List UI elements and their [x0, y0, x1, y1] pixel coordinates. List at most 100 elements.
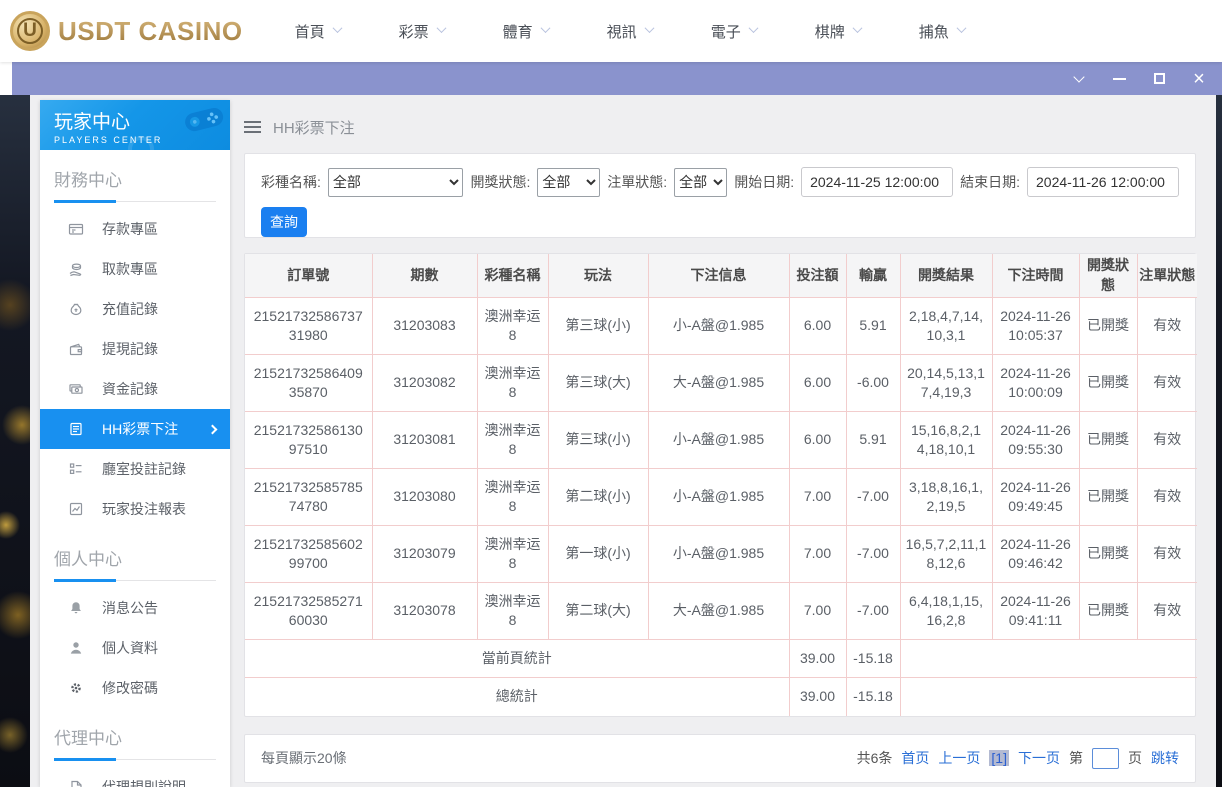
next-page-link[interactable]: 下一页 — [1018, 748, 1060, 768]
sidebar-item-funds-record[interactable]: 資金記錄 — [40, 369, 230, 409]
window-dropdown-icon[interactable] — [1070, 70, 1088, 88]
app-content: 玩家中心 PLAYERS CENTER 財務中心 — [30, 95, 1216, 787]
current-page-indicator: [1] — [989, 750, 1009, 766]
nav-item-slots[interactable]: 電子 — [711, 21, 757, 42]
breadcrumb: HH彩票下注 — [244, 113, 1196, 141]
query-button[interactable]: 查詢 — [261, 207, 307, 237]
nav-item-lottery[interactable]: 彩票 — [399, 21, 445, 42]
lottery-bet-icon — [68, 421, 84, 437]
nav-label: 首頁 — [295, 21, 325, 42]
table-row: 2152173258613097510 31203081 澳洲幸运8 第三球(小… — [245, 412, 1197, 469]
draw-status-select[interactable]: 全部 — [537, 168, 600, 197]
jump-prefix-label: 第 — [1069, 748, 1083, 768]
start-date-input[interactable] — [801, 167, 953, 197]
cell-bet-time: 2024-11-26 10:00:09 — [992, 355, 1079, 412]
order-status-label: 注單狀態: — [607, 172, 667, 192]
cell-amount: 6.00 — [789, 298, 846, 355]
window-close-icon[interactable]: × — [1190, 70, 1208, 88]
nav-label: 體育 — [503, 21, 533, 42]
filter-panel: 彩種名稱: 全部 開獎狀態: 全部 注單狀態: 全部 開始日期: 結束日期: — [244, 153, 1196, 238]
lottery-name-label: 彩種名稱: — [261, 172, 321, 192]
cell-lottery: 澳洲幸运8 — [477, 469, 548, 526]
sidebar-item-hh-lottery-bets[interactable]: HH彩票下注 — [40, 409, 230, 449]
cell-bet-info: 小-A盤@1.985 — [648, 298, 789, 355]
page-summary-win-loss: -15.18 — [846, 640, 900, 678]
sidebar-item-label: 取款專區 — [102, 259, 158, 279]
end-date-label: 結束日期: — [960, 172, 1020, 192]
withdraw-icon — [68, 261, 84, 277]
sidebar-item-agent-rules[interactable]: 代理規則說明 — [40, 767, 230, 787]
brand-logo[interactable]: U USDT CASINO — [10, 11, 243, 51]
sidebar-item-change-password[interactable]: 修改密碼 — [40, 668, 230, 708]
cell-result: 6,4,18,1,15,16,2,8 — [900, 583, 992, 640]
table-row: 2152173258560299700 31203079 澳洲幸运8 第一球(小… — [245, 526, 1197, 583]
deposit-icon — [68, 221, 84, 237]
sidebar-item-deposit[interactable]: 存款專區 — [40, 209, 230, 249]
cell-result: 20,14,5,13,17,4,19,3 — [900, 355, 992, 412]
chevron-right-icon — [208, 424, 218, 434]
col-bet-info: 下注信息 — [648, 254, 789, 298]
table-header-row: 訂單號 期數 彩種名稱 玩法 下注信息 投注額 輸贏 開獎結果 下注時間 開獎狀… — [245, 254, 1197, 298]
nav-item-live[interactable]: 視訊 — [607, 21, 653, 42]
page-jump-input[interactable] — [1092, 748, 1119, 769]
total-summary-row: 總統計 39.00 -15.18 — [245, 678, 1197, 716]
cell-lottery: 澳洲幸运8 — [477, 355, 548, 412]
cell-period: 31203083 — [372, 298, 477, 355]
col-period: 期數 — [372, 254, 477, 298]
nav-item-home[interactable]: 首頁 — [295, 21, 341, 42]
sidebar-item-label: 提現記錄 — [102, 339, 158, 359]
cell-play: 第三球(小) — [548, 298, 648, 355]
prev-page-link[interactable]: 上一页 — [938, 748, 980, 768]
window-titlebar: × — [12, 62, 1222, 95]
sidebar-item-label: 廳室投註記錄 — [102, 459, 186, 479]
nav-item-boardgames[interactable]: 棋牌 — [815, 21, 861, 42]
total-summary-label: 總統計 — [245, 678, 789, 716]
sidebar-item-bet-report[interactable]: 玩家投注報表 — [40, 489, 230, 529]
menu-toggle-icon[interactable] — [244, 121, 261, 133]
cell-bet-time: 2024-11-26 09:49:45 — [992, 469, 1079, 526]
page-summary-label: 當前頁統計 — [245, 640, 789, 678]
total-summary-blank — [900, 678, 1197, 716]
cell-period: 31203081 — [372, 412, 477, 469]
window-minimize-icon[interactable] — [1110, 70, 1128, 88]
cell-bet-time: 2024-11-26 10:05:37 — [992, 298, 1079, 355]
sidebar-item-withdrawal-record[interactable]: 提現記錄 — [40, 329, 230, 369]
sidebar-item-label: 存款專區 — [102, 219, 158, 239]
sidebar-item-label: 資金記錄 — [102, 379, 158, 399]
pagination-bar: 每頁顯示20條 共6条 首页 上一页 [1] 下一页 第 页 跳转 — [244, 734, 1196, 783]
sidebar-item-withdraw[interactable]: 取款專區 — [40, 249, 230, 289]
cell-order-status: 有效 — [1137, 298, 1197, 355]
total-summary-amount: 39.00 — [789, 678, 846, 716]
cell-order-no: 2152173258673731980 — [245, 298, 372, 355]
jump-link[interactable]: 跳转 — [1151, 748, 1179, 768]
draw-status-label: 開獎狀態: — [470, 172, 530, 192]
nav-label: 電子 — [711, 21, 741, 42]
end-date-input[interactable] — [1027, 167, 1179, 197]
lottery-name-select[interactable]: 全部 — [328, 168, 464, 197]
sidebar-item-recharge-record[interactable]: 充值記錄 — [40, 289, 230, 329]
cell-order-status: 有效 — [1137, 412, 1197, 469]
sidebar-item-hall-bet-record[interactable]: 廳室投註記錄 — [40, 449, 230, 489]
cell-lottery: 澳洲幸运8 — [477, 583, 548, 640]
first-page-link[interactable]: 首页 — [901, 748, 929, 768]
page-summary-amount: 39.00 — [789, 640, 846, 678]
sidebar-item-announcements[interactable]: 消息公告 — [40, 588, 230, 628]
chevron-down-icon — [956, 23, 966, 33]
cell-bet-time: 2024-11-26 09:55:30 — [992, 412, 1079, 469]
cell-bet-info: 小-A盤@1.985 — [648, 469, 789, 526]
cell-amount: 7.00 — [789, 526, 846, 583]
nav-item-sports[interactable]: 體育 — [503, 21, 549, 42]
window-maximize-icon[interactable] — [1150, 70, 1168, 88]
page-summary-row: 當前頁統計 39.00 -15.18 — [245, 640, 1197, 678]
chevron-down-icon — [332, 23, 342, 33]
nav-item-fishing[interactable]: 捕魚 — [919, 21, 965, 42]
cell-period: 31203082 — [372, 355, 477, 412]
order-status-select[interactable]: 全部 — [674, 168, 727, 197]
cell-amount: 7.00 — [789, 583, 846, 640]
sidebar-item-profile[interactable]: 個人資料 — [40, 628, 230, 668]
cell-win-loss: -7.00 — [846, 583, 900, 640]
bet-report-icon — [68, 501, 84, 517]
cell-amount: 6.00 — [789, 355, 846, 412]
col-play: 玩法 — [548, 254, 648, 298]
table-row: 2152173258527160030 31203078 澳洲幸运8 第二球(大… — [245, 583, 1197, 640]
